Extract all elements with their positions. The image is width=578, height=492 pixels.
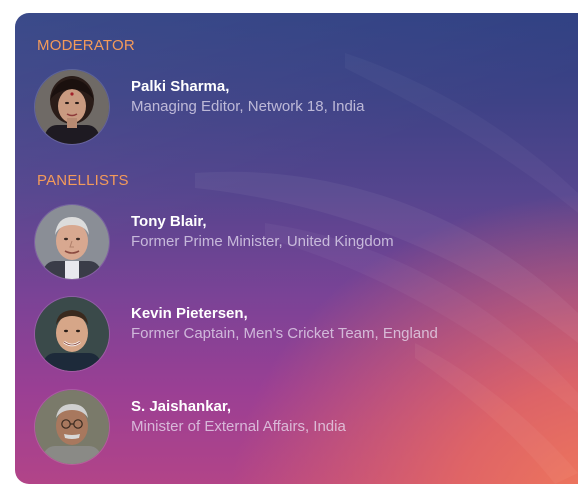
person-name: Tony Blair,: [131, 213, 207, 230]
person-title: Former Prime Minister, United Kingdom: [131, 233, 394, 250]
avatar: [35, 390, 109, 464]
person-name: Kevin Pietersen,: [131, 305, 248, 322]
panellists-heading: PANELLISTS: [37, 172, 129, 189]
person-name: S. Jaishankar,: [131, 398, 232, 415]
portrait-man-short-hair-icon: [35, 297, 109, 371]
avatar: [35, 297, 109, 371]
panellist-entry: Kevin Pietersen, Former Captain, Men's C…: [35, 297, 565, 377]
portrait-man-grey-hair-icon: [35, 205, 109, 279]
portrait-man-glasses-icon: [35, 390, 109, 464]
avatar: [35, 70, 109, 144]
speakers-card: MODERATOR Palki Sharma, Managing Editor,…: [15, 13, 578, 484]
moderator-entry: Palki Sharma, Managing Editor, Network 1…: [35, 70, 565, 150]
panellist-entry: S. Jaishankar, Minister of External Affa…: [35, 390, 565, 470]
avatar: [35, 205, 109, 279]
person-title: Former Captain, Men's Cricket Team, Engl…: [131, 325, 438, 342]
moderator-heading: MODERATOR: [37, 37, 135, 54]
person-name: Palki Sharma,: [131, 78, 230, 95]
person-title: Minister of External Affairs, India: [131, 418, 346, 435]
person-title: Managing Editor, Network 18, India: [131, 98, 365, 115]
portrait-woman-icon: [35, 70, 109, 144]
panellist-entry: Tony Blair, Former Prime Minister, Unite…: [35, 205, 565, 285]
